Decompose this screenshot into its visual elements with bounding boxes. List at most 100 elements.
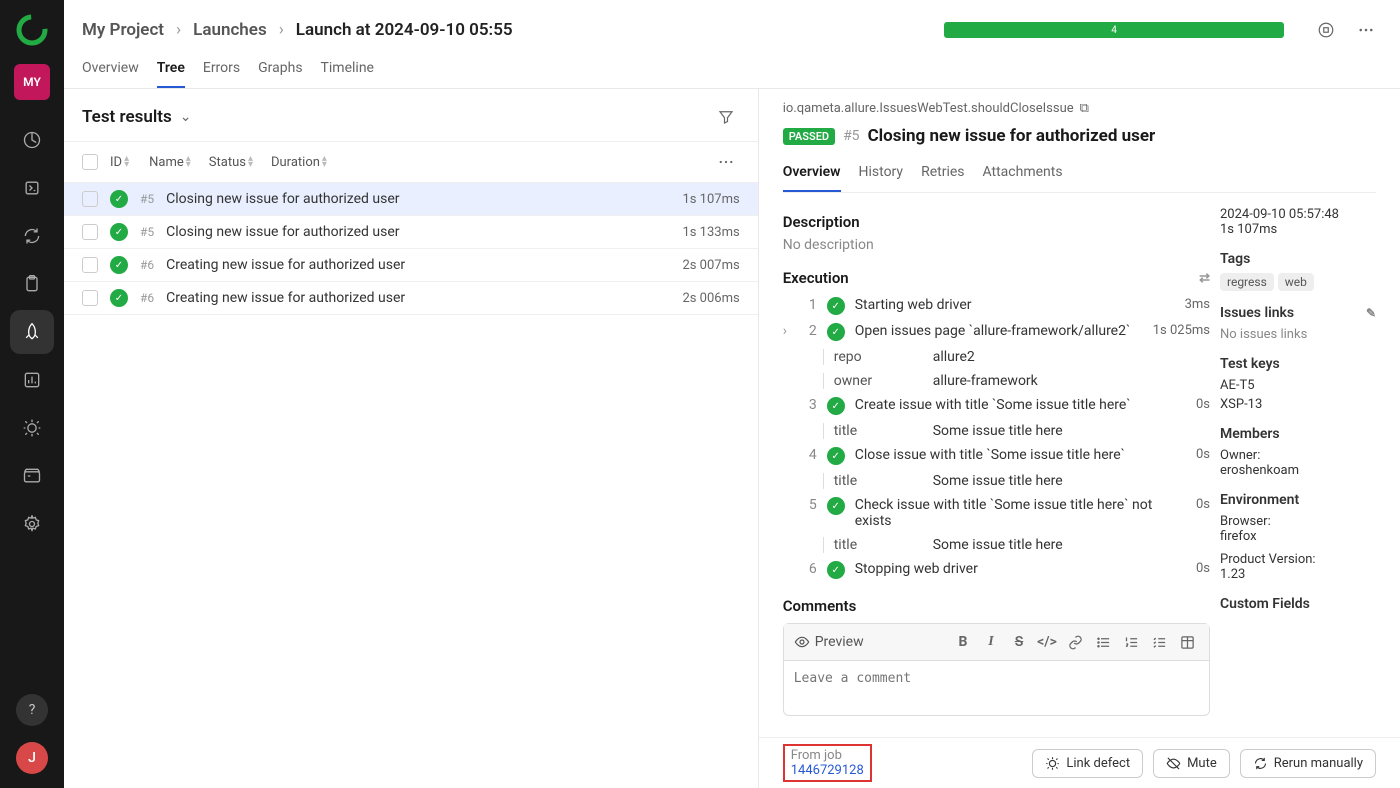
tab-timeline[interactable]: Timeline [321,54,374,88]
result-row[interactable]: ✓ #5 Closing new issue for authorized us… [64,216,758,249]
details-panel: io.qameta.allure.IssuesWebTest.shouldClo… [759,89,1400,788]
members-header: Members [1220,426,1376,442]
exec-step[interactable]: 3 ✓ Create issue with title `Some issue … [783,393,1210,419]
row-name: Creating new issue for authorized user [166,290,670,306]
step-num: 1 [803,297,817,313]
nav-defects[interactable] [10,406,54,450]
row-duration: 2s 007ms [682,258,739,273]
exec-settings-icon[interactable]: ⇄ [1199,271,1210,286]
checklist-button[interactable] [1147,630,1171,654]
help-button[interactable]: ? [16,694,48,726]
tab-graphs[interactable]: Graphs [258,54,302,88]
select-all-checkbox[interactable] [82,154,98,170]
tab-errors[interactable]: Errors [203,54,240,88]
code-button[interactable]: </> [1035,630,1059,654]
step-num: 6 [803,561,817,577]
row-checkbox[interactable] [82,224,98,240]
link-button[interactable] [1063,630,1087,654]
comment-input[interactable] [784,661,1209,711]
table-button[interactable] [1175,630,1199,654]
preview-button[interactable]: Preview [794,634,864,650]
job-label: From job [791,748,864,763]
chevron-right-icon: › [176,20,181,40]
version-value: 1.23 [1220,567,1376,582]
detail-tab-history[interactable]: History [859,158,904,192]
logo[interactable] [16,14,48,46]
tab-overview[interactable]: Overview [82,54,139,88]
filter-button[interactable] [712,103,740,131]
nav-analytics[interactable] [10,358,54,402]
main-tabs: Overview Tree Errors Graphs Timeline [64,54,1400,89]
col-status[interactable]: Status▴▾ [209,155,253,170]
nav-refresh[interactable] [10,214,54,258]
columns-menu[interactable] [712,148,740,176]
tab-tree[interactable]: Tree [157,54,185,88]
strike-button[interactable]: S [1007,630,1031,654]
tags-header: Tags [1220,251,1376,267]
exec-step[interactable]: 6 ✓ Stopping web driver 0s [783,557,1210,583]
mute-button[interactable]: Mute [1153,749,1230,778]
crumb-project[interactable]: My Project [82,20,164,40]
status-icon: ✓ [110,289,128,307]
col-duration[interactable]: Duration▴▾ [271,155,327,170]
row-name: Closing new issue for authorized user [166,191,670,207]
status-badge: PASSED [783,128,835,145]
exec-step[interactable]: › 2 ✓ Open issues page `allure-framework… [783,319,1210,345]
tag[interactable]: web [1278,273,1314,291]
detail-tab-overview[interactable]: Overview [783,158,841,192]
breadcrumb: My Project › Launches › Launch at 2024-0… [82,20,513,40]
user-avatar[interactable]: J [16,742,48,774]
ulist-button[interactable] [1091,630,1115,654]
nav-dashboard[interactable] [10,118,54,162]
tag[interactable]: regress [1220,273,1274,291]
step-name: Check issue with title `Some issue title… [855,497,1186,529]
link-defect-button[interactable]: Link defect [1032,749,1143,778]
row-checkbox[interactable] [82,290,98,306]
step-name: Open issues page `allure-framework/allur… [855,323,1143,339]
detail-tab-attachments[interactable]: Attachments [983,158,1063,192]
nav-launches[interactable] [10,310,54,354]
expand-icon[interactable]: › [783,323,793,339]
testkeys-header: Test keys [1220,356,1376,372]
param-key: title [823,423,933,439]
result-row[interactable]: ✓ #5 Closing new issue for authorized us… [64,183,758,216]
edit-icon[interactable]: ✎ [1366,306,1376,320]
exec-step[interactable]: 5 ✓ Check issue with title `Some issue t… [783,493,1210,533]
nav-clipboard[interactable] [10,262,54,306]
col-name[interactable]: Name▴▾ [149,155,191,170]
italic-button[interactable]: I [979,630,1003,654]
olist-button[interactable] [1119,630,1143,654]
nav-settings[interactable] [10,502,54,546]
stop-button[interactable] [1312,16,1340,44]
result-row[interactable]: ✓ #6 Creating new issue for authorized u… [64,282,758,315]
desc-text: No description [783,237,1210,253]
meta-duration: 1s 107ms [1220,222,1376,237]
exec-step[interactable]: 4 ✓ Close issue with title `Some issue t… [783,443,1210,469]
step-param: ownerallure-framework [783,369,1210,393]
crumb-launches[interactable]: Launches [193,20,267,40]
detail-tab-retries[interactable]: Retries [921,158,964,192]
nav-testplans[interactable] [10,166,54,210]
row-checkbox[interactable] [82,191,98,207]
param-value: Some issue title here [933,473,1063,489]
project-badge[interactable]: MY [14,64,50,100]
chevron-down-icon[interactable]: ⌄ [180,109,192,125]
env-header: Environment [1220,492,1376,508]
row-checkbox[interactable] [82,257,98,273]
nav-jobs[interactable] [10,454,54,498]
rerun-button[interactable]: Rerun manually [1240,749,1376,778]
col-id[interactable]: ID▴▾ [110,155,129,170]
bold-button[interactable]: B [951,630,975,654]
table-header: ID▴▾ Name▴▾ Status▴▾ Duration▴▾ [64,141,758,183]
copy-icon[interactable]: ⧉ [1080,101,1089,116]
version-label: Product Version: [1220,552,1376,567]
more-menu[interactable] [1352,16,1380,44]
meta-sidebar: 2024-09-10 05:57:48 1s 107ms Tags regres… [1220,193,1400,737]
result-row[interactable]: ✓ #6 Creating new issue for authorized u… [64,249,758,282]
param-value: allure2 [933,349,975,365]
step-status-icon: ✓ [827,397,845,415]
step-num: 2 [803,323,817,339]
job-id-link[interactable]: 1446729128 [791,763,864,778]
step-duration: 1s 025ms [1153,323,1210,338]
exec-step[interactable]: 1 ✓ Starting web driver 3ms [783,293,1210,319]
